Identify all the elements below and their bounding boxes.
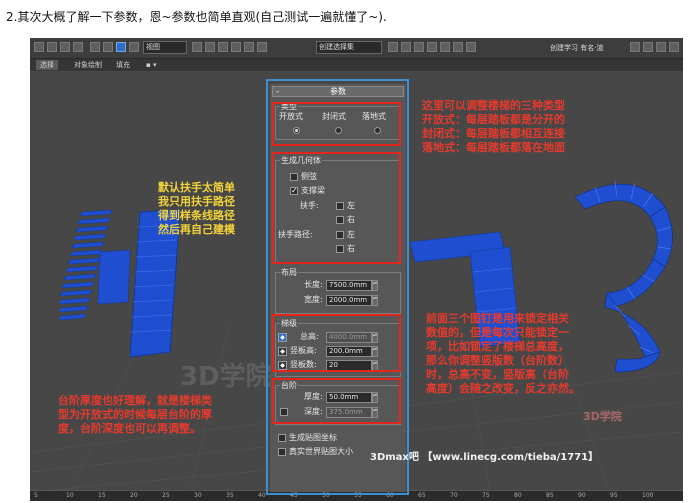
tread-highlight-box [272,378,401,424]
ruler-tick: 5 [34,492,38,499]
note-handrail: 默认扶手太简单 我只用扶手路径 得到样条线路径 然后再自己建模 [158,181,235,236]
note-tread: 台阶厚度也好理解，就是楼梯类 型为开放式的时候每层台阶的厚 度，台阶深度也可以再… [58,394,212,435]
tab-selection[interactable]: 选择 [36,60,58,70]
width-spinner-icon[interactable]: ▴▾ [372,295,378,306]
gen-mapping-checkbox[interactable] [278,434,286,442]
layout-group-label: 布局 [280,268,298,277]
select-region-icon[interactable] [103,42,113,52]
ruler-tick: 100 [642,492,654,499]
background-logo: 3D学院 [180,362,272,392]
teapot-icon[interactable] [669,42,679,52]
tab-populate[interactable]: 填充 [112,60,134,70]
gen-mapping-label: 生成贴图坐标 [289,433,337,442]
edit-named-icon[interactable] [257,42,267,52]
ruler-tick: 25 [162,492,170,499]
curve-editor-icon[interactable] [427,42,437,52]
layer-icon[interactable] [414,42,424,52]
length-label: 长度: [304,280,323,289]
ruler-tick: 20 [130,492,138,499]
real-world-map-label: 真实世界贴图大小 [289,447,353,456]
ruler-tick: 40 [258,492,266,499]
ruler-tick: 30 [194,492,202,499]
note-pins: 前面三个图钉是用来锁定相关 数值的，但是每次只能锁定一 项，比如锁定了楼梯总高度… [426,312,580,395]
intro-text: 2.其次大概了解一下参数，恩~参数也简单直观(自己测试一遍就懂了~). [6,10,387,24]
layout-group [275,272,401,314]
watermark-text: 3Dmax吧 【www.linecg.com/tieba/1771】 [370,452,599,463]
undo-icon[interactable] [34,42,44,52]
ruler-tick: 95 [610,492,618,499]
material-editor-icon[interactable] [453,42,463,52]
length-input[interactable]: 7500.0mm [326,280,372,291]
steps-highlight-box [272,314,401,372]
geometry-highlight-box [272,152,401,264]
note-stair-types: 这里可以调整楼梯的三种类型 开放式：每层踏板都是分开的 封闭式：每层踏板都相互连… [422,99,565,154]
max-screenshot: 视图 创建选择集 创建学习 有名·渲 选择 对象绘制 填充 ▪ ▾ 3D学院 5… [30,38,683,501]
move-icon[interactable] [116,42,126,52]
rotate-icon[interactable] [129,42,139,52]
spinner-snap-icon[interactable] [244,42,254,52]
percent-snap-icon[interactable] [231,42,241,52]
named-selection-select[interactable]: 创建选择集 [316,41,382,54]
render-setup-icon[interactable] [466,42,476,52]
select-icon[interactable] [90,42,100,52]
corner-logo: 3D学院 [583,410,622,423]
ruler-tick: 15 [98,492,106,499]
ruler-tick: 75 [482,492,490,499]
ribbon-tabs: 选择 对象绘制 填充 ▪ ▾ [30,59,683,71]
ruler-tick: 10 [66,492,74,499]
redo-icon[interactable] [47,42,57,52]
mirror-icon[interactable] [388,42,398,52]
schematic-icon[interactable] [440,42,450,52]
ruler-tick: 70 [450,492,458,499]
real-world-map-checkbox[interactable] [278,448,286,456]
render-frame-icon[interactable] [643,42,653,52]
ruler-tick: 80 [514,492,522,499]
length-spinner-icon[interactable]: ▴▾ [372,280,378,291]
pivot-icon[interactable] [192,42,202,52]
unlink-icon[interactable] [73,42,83,52]
tab-extra-icon[interactable]: ▪ ▾ [142,60,160,70]
ruler-tick: 90 [578,492,586,499]
align-icon[interactable] [401,42,411,52]
type-highlight-box [272,102,401,146]
tab-object-paint[interactable]: 对象绘制 [70,60,106,70]
link-icon[interactable] [60,42,70,52]
ruler-tick: 35 [226,492,234,499]
view-select[interactable]: 视图 [143,41,187,54]
snap-icon[interactable] [205,42,215,52]
toolbar-right-text: 创建学习 有名·渲 [550,44,604,52]
rollout-header[interactable]: - 参数 [272,86,404,97]
width-label: 宽度: [304,295,323,304]
ruler-tick: 85 [546,492,554,499]
angle-snap-icon[interactable] [218,42,228,52]
ruler-tick: 65 [418,492,426,499]
width-input[interactable]: 2000.0mm [326,295,372,306]
quick-render-icon[interactable] [656,42,666,52]
main-toolbar: 视图 创建选择集 创建学习 有名·渲 [30,38,683,59]
render-icon[interactable] [630,42,640,52]
rollout-title: 参数 [330,87,346,96]
